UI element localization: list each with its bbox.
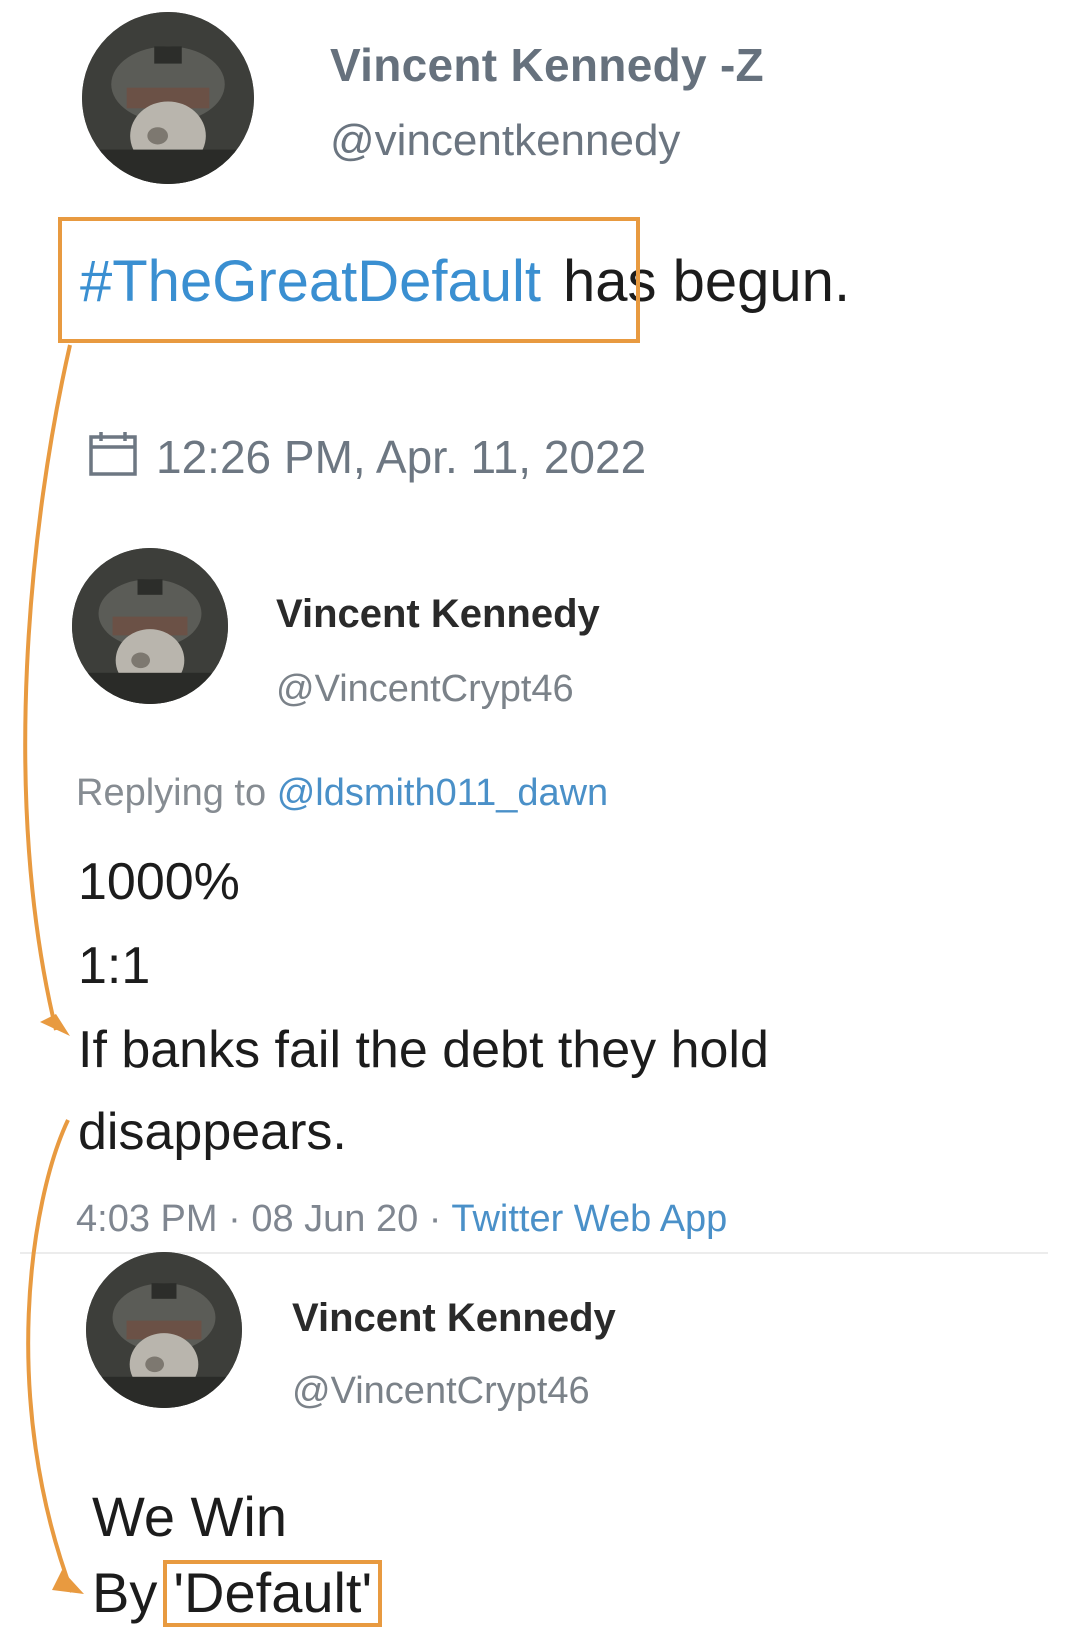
- avatar[interactable]: [86, 1252, 242, 1408]
- meta-separator: ·: [228, 1198, 241, 1240]
- tweet-source-link[interactable]: Twitter Web App: [451, 1198, 727, 1240]
- display-name[interactable]: Vincent Kennedy: [276, 592, 600, 637]
- avatar[interactable]: [82, 12, 254, 184]
- meta-separator: ·: [428, 1198, 442, 1240]
- avatar-image: [86, 1252, 242, 1408]
- replying-to: Replying to @ldsmith011_dawn: [76, 772, 608, 815]
- tweet-date: 08 Jun 20: [251, 1198, 419, 1240]
- tweet-text-line: 1000%: [78, 853, 240, 911]
- avatar[interactable]: [72, 548, 228, 704]
- calendar-icon: [88, 431, 138, 488]
- arrow-head-icon: [52, 1570, 84, 1594]
- annotation-highlight-box: [58, 217, 640, 343]
- tweet-text-line: We Win: [92, 1485, 287, 1548]
- timestamp-text: 12:26 PM, Apr. 11, 2022: [156, 431, 647, 483]
- avatar-image: [82, 12, 254, 184]
- annotation-arrow: [23, 344, 72, 1031]
- tweet-time: 4:03 PM: [76, 1198, 218, 1240]
- tweet-text-prefix: By: [92, 1561, 158, 1624]
- arrow-head-icon: [40, 1014, 70, 1036]
- tweet-text-line: By 'Default': [92, 1560, 383, 1627]
- user-handle[interactable]: @VincentCrypt46: [276, 668, 574, 711]
- reply-handle-link[interactable]: @ldsmith011_dawn: [277, 772, 609, 814]
- annotation-highlight-quoted: 'Default': [163, 1560, 383, 1627]
- tweet-text-line: 1:1: [78, 937, 151, 995]
- avatar-image: [72, 548, 228, 704]
- user-handle[interactable]: @vincentkennedy: [330, 116, 680, 166]
- user-handle[interactable]: @VincentCrypt46: [292, 1370, 590, 1413]
- tweet-meta: 4:03 PM · 08 Jun 20 · Twitter Web App: [76, 1198, 727, 1241]
- display-name[interactable]: Vincent Kennedy: [292, 1296, 616, 1341]
- tweet-text-line: If banks fail the debt they hold: [78, 1021, 769, 1079]
- replying-label: Replying to: [76, 772, 267, 814]
- display-name[interactable]: Vincent Kennedy -Z: [330, 38, 764, 92]
- annotation-arrow: [26, 1119, 74, 1593]
- timestamp: 12:26 PM, Apr. 11, 2022: [88, 430, 646, 488]
- tweet-text-line: disappears.: [78, 1103, 347, 1161]
